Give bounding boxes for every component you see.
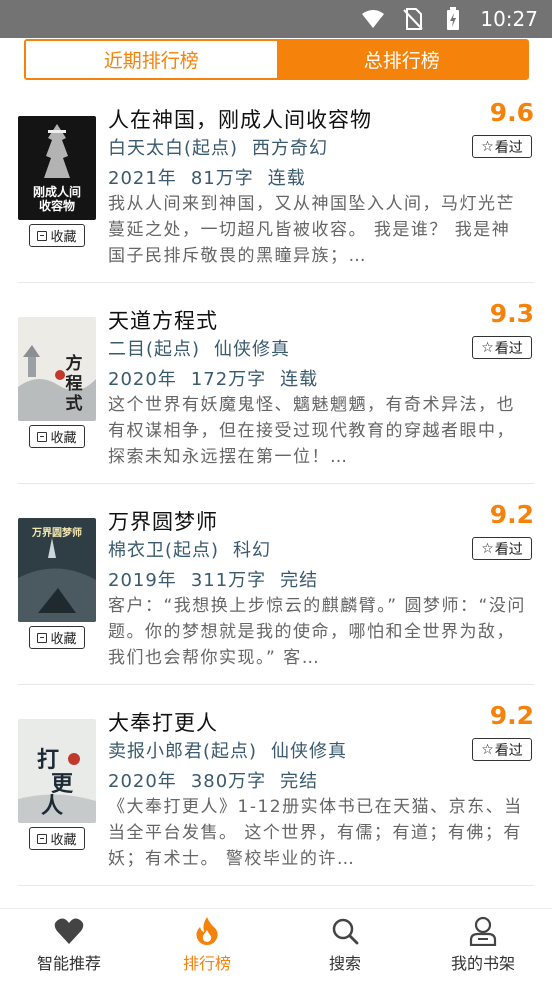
book-genre: 仙侠修真 (214, 339, 291, 360)
book-stats: 2020年 380万字 完结 (108, 767, 332, 793)
book-item[interactable]: 打 更 人 收藏 大奉打更人 9.2 ☆ 看过 卖报小郎君(起点) 仙侠修真 202… (18, 685, 534, 886)
collect-button[interactable]: 收藏 (29, 827, 85, 850)
tab-recent-ranking[interactable]: 近期排行榜 (26, 41, 277, 78)
collect-icon (37, 632, 48, 643)
book-score: 9.3 (489, 299, 534, 328)
nav-label: 搜索 (328, 954, 361, 973)
tab-total-ranking[interactable]: 总排行榜 (276, 41, 527, 78)
svg-text:收容物: 收容物 (39, 198, 75, 213)
book-score: 9.2 (489, 500, 534, 529)
book-author[interactable]: 卖报小郎君(起点) (108, 741, 257, 762)
book-author-genre: 二目(起点) 仙侠修真 (108, 335, 304, 361)
nav-label: 我的书架 (450, 954, 515, 973)
nav-search[interactable]: 搜索 (276, 909, 414, 981)
book-author[interactable]: 棉衣卫(起点) (108, 540, 219, 561)
book-status: 完结 (280, 771, 319, 792)
book-item[interactable]: 万界圆梦师 收藏 万界圆梦师 9.2 ☆ 看过 棉衣卫(起点) 科幻 2019年 31… (18, 484, 534, 685)
book-title[interactable]: 大奉打更人 (108, 707, 218, 737)
book-year: 2020年 (108, 369, 177, 390)
star-icon: ☆ (481, 339, 494, 356)
collect-icon (37, 431, 48, 442)
book-genre: 仙侠修真 (271, 741, 348, 762)
seen-button[interactable]: ☆ 看过 (472, 336, 532, 359)
book-cover[interactable]: 打 更 人 (18, 719, 96, 823)
nav-label: 智能推荐 (36, 954, 101, 973)
book-year: 2021年 (108, 168, 177, 189)
collect-icon (37, 230, 48, 241)
collect-button[interactable]: 收藏 (29, 626, 85, 649)
book-status: 连载 (280, 369, 319, 390)
book-status: 连载 (267, 168, 306, 189)
status-time: 10:27 (480, 7, 538, 31)
book-author-genre: 卖报小郎君(起点) 仙侠修真 (108, 737, 361, 763)
svg-text:方: 方 (66, 353, 83, 374)
collect-button[interactable]: 收藏 (29, 224, 85, 247)
book-stats: 2021年 81万字 连载 (108, 164, 320, 190)
nav-label: 排行榜 (182, 954, 231, 973)
heart-icon (54, 916, 84, 946)
book-words: 172万字 (190, 369, 267, 390)
seen-button[interactable]: ☆ 看过 (472, 537, 532, 560)
svg-text:万界圆梦师: 万界圆梦师 (31, 526, 82, 539)
book-genre: 西方奇幻 (252, 138, 329, 159)
seen-button[interactable]: ☆ 看过 (472, 738, 532, 761)
search-icon (330, 916, 360, 946)
book-cover[interactable]: 方 程 式 (18, 317, 96, 421)
flame-icon (192, 916, 222, 946)
book-words: 380万字 (190, 771, 267, 792)
book-year: 2020年 (108, 771, 177, 792)
nav-smart-recommend[interactable]: 智能推荐 (0, 909, 138, 981)
book-item[interactable]: 方 程 式 收藏 天道方程式 9.3 ☆ 看过 二目(起点) 仙侠修真 2020年 1… (18, 283, 534, 484)
book-author[interactable]: 白天太白(起点) (108, 138, 238, 159)
no-sim-icon (400, 7, 426, 31)
nav-my-bookshelf[interactable]: 我的书架 (414, 909, 552, 981)
book-description: 客户：“我想换上步惊云的麒麟臂。” 圆梦师：“没问题。你的梦想就是我的使命，哪怕… (108, 596, 526, 668)
svg-text:程: 程 (66, 374, 83, 394)
book-year: 2019年 (108, 570, 177, 591)
book-title[interactable]: 人在神国，刚成人间收容物 (108, 104, 372, 134)
book-description: 我从人间来到神国，又从神国坠入人间，马灯光芒蔓延之处，一切超凡皆被收容。 我是谁… (108, 194, 515, 266)
svg-text:打: 打 (37, 747, 59, 773)
star-icon: ☆ (481, 741, 494, 758)
collect-icon (37, 833, 48, 844)
book-words: 81万字 (190, 168, 254, 189)
svg-text:刚成人间: 刚成人间 (33, 184, 81, 199)
book-score: 9.2 (489, 701, 534, 730)
battery-charging-icon (440, 7, 466, 31)
nav-ranking[interactable]: 排行榜 (138, 909, 276, 981)
book-stats: 2020年 172万字 连载 (108, 365, 332, 391)
book-description: 这个世界有妖魔鬼怪、魑魅魍魉，有奇术异法，也有权谋相争，但在接受过现代教育的穿越… (108, 395, 515, 467)
book-author-genre: 棉衣卫(起点) 科幻 (108, 536, 285, 562)
book-cover[interactable]: 万界圆梦师 (18, 518, 96, 622)
book-genre: 科幻 (233, 540, 272, 561)
ranking-tabs: 近期排行榜 总排行榜 (24, 39, 529, 80)
book-author[interactable]: 二目(起点) (108, 339, 200, 360)
svg-text:式: 式 (66, 393, 83, 414)
book-cover[interactable]: 刚成人间 收容物 (18, 116, 96, 220)
user-icon (468, 916, 498, 946)
star-icon: ☆ (481, 540, 494, 557)
status-bar: 10:27 (0, 0, 552, 38)
svg-text:人: 人 (41, 793, 63, 819)
book-score: 9.6 (489, 98, 534, 127)
book-item[interactable]: 刚成人间 收容物 收藏 人在神国，刚成人间收容物 9.6 ☆ 看过 白天太白(起点… (18, 82, 534, 283)
collect-button[interactable]: 收藏 (29, 425, 85, 448)
star-icon: ☆ (481, 138, 494, 155)
book-description: 《大奉打更人》1-12册实体书已在天猫、京东、当当全平台发售。 这个世界，有儒；… (108, 797, 523, 869)
book-title[interactable]: 天道方程式 (108, 305, 218, 335)
book-stats: 2019年 311万字 完结 (108, 566, 332, 592)
book-list: 刚成人间 收容物 收藏 人在神国，刚成人间收容物 9.6 ☆ 看过 白天太白(起点… (0, 82, 552, 886)
book-title[interactable]: 万界圆梦师 (108, 506, 218, 536)
bottom-nav: 智能推荐 排行榜 搜索 我的书架 (0, 908, 552, 981)
seen-button[interactable]: ☆ 看过 (472, 135, 532, 158)
wifi-icon (360, 7, 386, 31)
book-words: 311万字 (190, 570, 267, 591)
book-status: 完结 (280, 570, 319, 591)
book-author-genre: 白天太白(起点) 西方奇幻 (108, 134, 342, 160)
